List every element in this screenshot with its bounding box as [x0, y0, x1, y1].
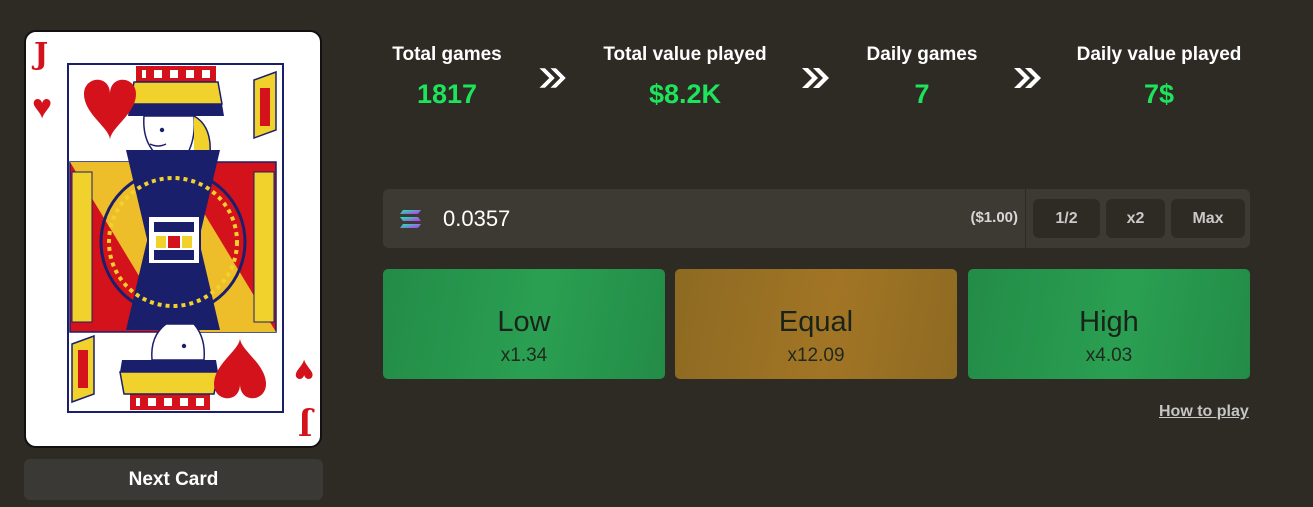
- low-button[interactable]: Low x1.34: [383, 269, 665, 379]
- stats-row: Total games 1817 Total value played $8.2…: [383, 44, 1250, 124]
- bet-amount-input[interactable]: [443, 203, 923, 235]
- stat-total-games: Total games 1817: [392, 44, 501, 110]
- heart-suit-icon-bottom: ♥: [293, 352, 314, 390]
- double-chevron-right-icon: [802, 68, 829, 88]
- max-bet-button[interactable]: Max: [1171, 199, 1245, 238]
- high-multiplier: x4.03: [1085, 344, 1133, 366]
- stat-value: 7: [914, 79, 930, 109]
- high-button[interactable]: High x4.03: [968, 269, 1250, 379]
- bet-amount-bar: ($1.00) 1/2 x2 Max: [383, 189, 1250, 248]
- double-bet-button[interactable]: x2: [1106, 199, 1165, 238]
- next-card-button[interactable]: Next Card: [24, 459, 323, 500]
- stat-daily-value: Daily value played 7$: [1077, 44, 1242, 110]
- equal-multiplier: x12.09: [787, 344, 845, 366]
- equal-label: Equal: [778, 305, 854, 338]
- low-multiplier: x1.34: [500, 344, 548, 366]
- stat-daily-games: Daily games 7: [867, 44, 978, 110]
- stat-total-value: Total value played $8.2K: [603, 44, 766, 110]
- double-chevron-right-icon: [538, 67, 567, 89]
- half-bet-button[interactable]: 1/2: [1033, 199, 1100, 238]
- playing-card: J ♥ J ♥: [24, 30, 322, 448]
- heart-suit-icon: ♥: [32, 88, 53, 126]
- equal-button[interactable]: Equal x12.09: [675, 269, 957, 379]
- stat-label: Daily games: [866, 44, 978, 65]
- stat-value: 7$: [1143, 79, 1175, 109]
- stat-value: 1817: [416, 79, 478, 109]
- stat-value: $8.2K: [648, 79, 722, 109]
- double-chevron-right-icon: [1014, 68, 1041, 88]
- stat-label: Total games: [392, 44, 502, 65]
- bet-usd-value: ($1.00): [970, 209, 1018, 226]
- high-label: High: [1079, 305, 1139, 338]
- stat-label: Daily value played: [1076, 44, 1242, 65]
- card-rank-bottom: J: [297, 406, 312, 441]
- stat-label: Total value played: [603, 44, 767, 65]
- solana-icon: [400, 210, 421, 228]
- how-to-play-link[interactable]: How to play: [1159, 403, 1249, 421]
- jack-face-artwork: [67, 63, 284, 413]
- card-rank-top: J: [34, 37, 49, 72]
- low-label: Low: [497, 305, 551, 338]
- game-screen: J ♥ J ♥ Next Card Total games 1817 Total…: [0, 0, 1313, 507]
- divider: [1025, 189, 1026, 248]
